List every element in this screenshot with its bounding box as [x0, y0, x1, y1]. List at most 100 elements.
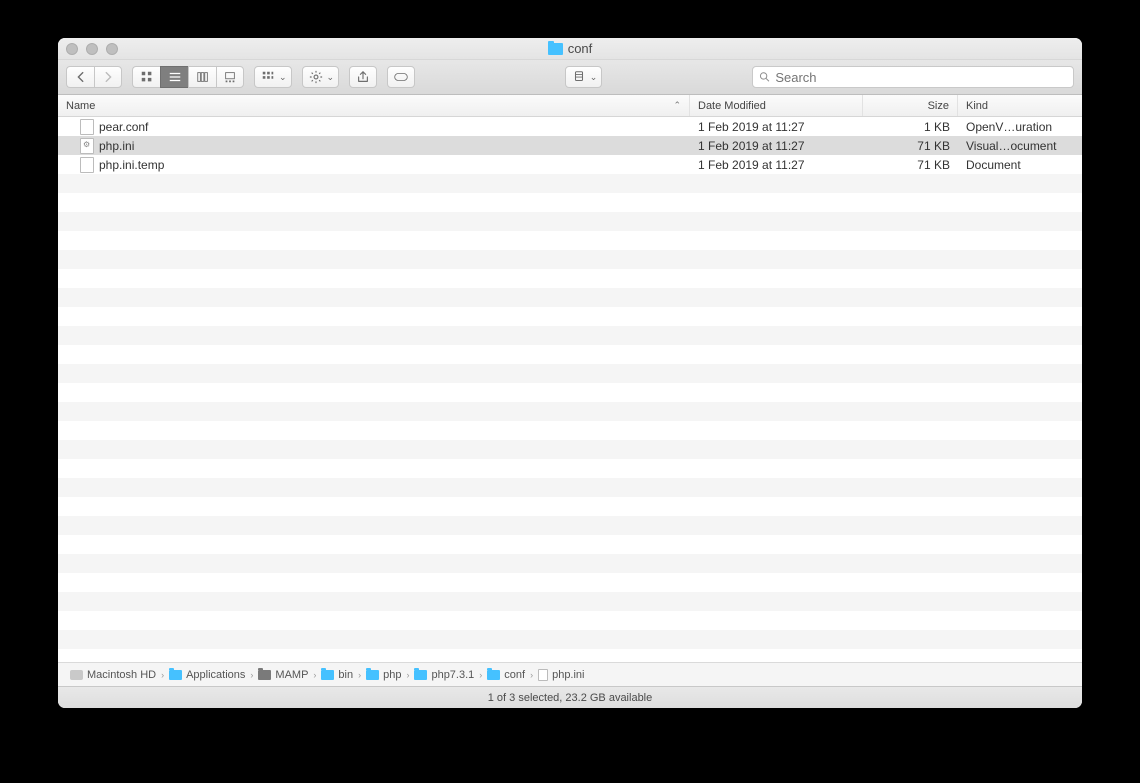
- column-size[interactable]: Size: [863, 95, 958, 116]
- columns-icon: [196, 70, 210, 84]
- file-icon: [80, 119, 94, 135]
- path-item[interactable]: Macintosh HD: [70, 669, 156, 681]
- arrange-dropdown[interactable]: ⌄: [254, 66, 292, 88]
- column-date[interactable]: Date Modified: [690, 95, 863, 116]
- gallery-view-button[interactable]: [216, 66, 244, 88]
- back-button[interactable]: [66, 66, 94, 88]
- path-separator-icon: ›: [161, 670, 164, 680]
- path-label: conf: [504, 669, 525, 681]
- file-size: 1 KB: [863, 120, 958, 134]
- minimize-icon[interactable]: [86, 43, 98, 55]
- path-label: bin: [338, 669, 353, 681]
- path-item[interactable]: bin: [321, 669, 353, 681]
- status-bar: 1 of 3 selected, 23.2 GB available: [58, 686, 1082, 708]
- grid-icon: [140, 70, 154, 84]
- zoom-icon[interactable]: [106, 43, 118, 55]
- path-label: MAMP: [275, 669, 308, 681]
- path-separator-icon: ›: [358, 670, 361, 680]
- file-kind: Document: [958, 158, 1082, 172]
- sort-indicator-icon: ⌃: [673, 100, 681, 111]
- file-date: 1 Feb 2019 at 11:27: [690, 139, 863, 153]
- path-separator-icon: ›: [250, 670, 253, 680]
- window-controls: [66, 43, 118, 55]
- icon-view-button[interactable]: [132, 66, 160, 88]
- close-icon[interactable]: [66, 43, 78, 55]
- file-name: php.ini.temp: [99, 158, 164, 172]
- folder-icon: [258, 670, 271, 680]
- file-name: pear.conf: [99, 120, 148, 134]
- forward-button[interactable]: [94, 66, 122, 88]
- path-item[interactable]: MAMP: [258, 669, 308, 681]
- file-icon: [80, 138, 94, 154]
- search-field[interactable]: [752, 66, 1074, 88]
- path-separator-icon: ›: [530, 670, 533, 680]
- list-background: [58, 117, 1082, 662]
- folder-icon: [321, 670, 334, 680]
- file-size: 71 KB: [863, 139, 958, 153]
- gallery-icon: [223, 70, 237, 84]
- chevron-down-icon: ⌄: [327, 72, 335, 83]
- path-separator-icon: ›: [479, 670, 482, 680]
- path-label: php.ini: [552, 669, 584, 681]
- path-label: php: [383, 669, 401, 681]
- path-item[interactable]: Applications: [169, 669, 245, 681]
- path-item[interactable]: conf: [487, 669, 525, 681]
- file-date: 1 Feb 2019 at 11:27: [690, 158, 863, 172]
- path-item[interactable]: php.ini: [538, 669, 584, 681]
- grid-small-icon: [261, 70, 275, 84]
- path-bar: Macintosh HD › Applications › MAMP › bin › php › p…: [58, 662, 1082, 686]
- file-kind: OpenV…uration: [958, 120, 1082, 134]
- action-dropdown[interactable]: ⌄: [302, 66, 340, 88]
- file-size: 71 KB: [863, 158, 958, 172]
- chevron-down-icon: ⌄: [279, 72, 287, 83]
- path-item[interactable]: php7.3.1: [414, 669, 474, 681]
- path-label: Applications: [186, 669, 245, 681]
- file-kind: Visual…ocument: [958, 139, 1082, 153]
- file-name: php.ini: [99, 139, 134, 153]
- group-dropdown[interactable]: ⌄: [565, 66, 603, 88]
- path-item[interactable]: php: [366, 669, 401, 681]
- window-title: conf: [58, 41, 1082, 56]
- column-name-label: Name: [66, 100, 95, 112]
- path-separator-icon: ›: [313, 670, 316, 680]
- finder-window: conf ⌄: [58, 38, 1082, 708]
- status-text: 1 of 3 selected, 23.2 GB available: [488, 692, 653, 704]
- folder-icon: [414, 670, 427, 680]
- view-mode-buttons: [132, 66, 244, 88]
- nav-buttons: [66, 66, 122, 88]
- tags-button[interactable]: [387, 66, 415, 88]
- chevron-left-icon: [74, 70, 88, 84]
- folder-icon: [548, 43, 563, 55]
- window-title-text: conf: [568, 41, 593, 56]
- file-icon: [538, 669, 548, 681]
- file-icon: [80, 157, 94, 173]
- folder-icon: [366, 670, 379, 680]
- column-view-button[interactable]: [188, 66, 216, 88]
- column-kind[interactable]: Kind: [958, 95, 1082, 116]
- list-view-button[interactable]: [160, 66, 188, 88]
- file-row[interactable]: pear.conf 1 Feb 2019 at 11:271 KBOpenV…ur…: [58, 117, 1082, 136]
- column-name[interactable]: Name ⌃: [58, 95, 690, 116]
- file-list[interactable]: pear.conf1 Feb 2019 at 11:271 KBOpenV…ur…: [58, 117, 1082, 662]
- drive-icon: [70, 670, 83, 680]
- file-row[interactable]: php.ini.temp 1 Feb 2019 at 11:2771 KBDocu…: [58, 155, 1082, 174]
- list-icon: [168, 70, 182, 84]
- path-separator-icon: ›: [406, 670, 409, 680]
- tag-icon: [394, 70, 408, 84]
- titlebar: conf: [58, 38, 1082, 60]
- share-icon: [356, 70, 370, 84]
- folder-icon: [487, 670, 500, 680]
- path-label: php7.3.1: [431, 669, 474, 681]
- search-icon: [759, 71, 770, 83]
- gear-icon: [309, 70, 323, 84]
- file-row[interactable]: php.ini 1 Feb 2019 at 11:2771 KBVisual…oc…: [58, 136, 1082, 155]
- search-input[interactable]: [775, 70, 1067, 85]
- chevron-down-icon: ⌄: [590, 72, 598, 83]
- share-button[interactable]: [349, 66, 377, 88]
- toolbar: ⌄ ⌄ ⌄: [58, 60, 1082, 95]
- folder-icon: [169, 670, 182, 680]
- path-label: Macintosh HD: [87, 669, 156, 681]
- column-headers: Name ⌃ Date Modified Size Kind: [58, 95, 1082, 117]
- file-date: 1 Feb 2019 at 11:27: [690, 120, 863, 134]
- stack-icon: [572, 70, 586, 84]
